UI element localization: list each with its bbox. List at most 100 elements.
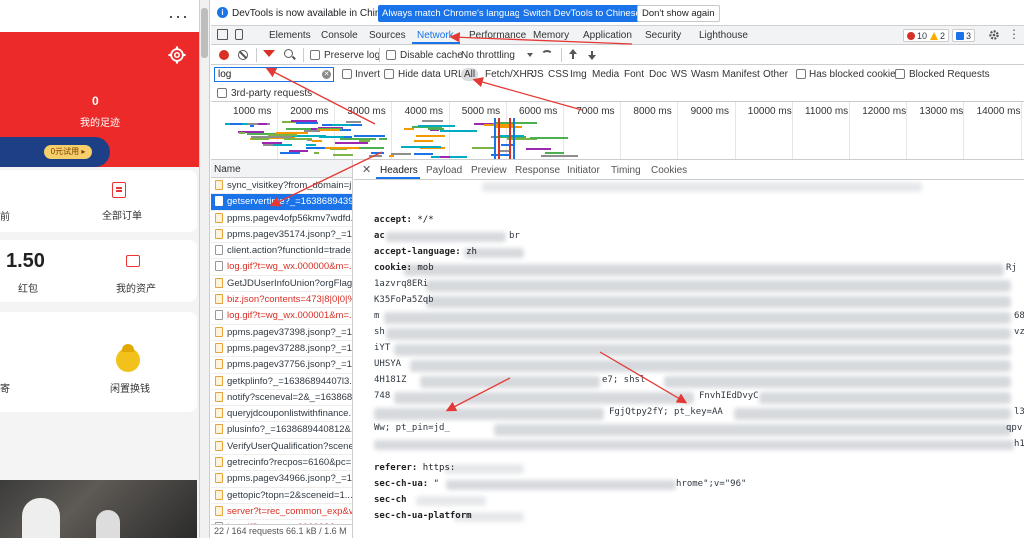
type-filter-manifest[interactable]: Manifest bbox=[722, 69, 760, 80]
footprint-label[interactable]: 我的足迹 bbox=[80, 114, 120, 129]
request-row[interactable]: client.action?functionId=trade... bbox=[211, 243, 352, 260]
clear-icon[interactable] bbox=[238, 50, 248, 60]
request-row[interactable]: log.gif?t=wg_wx.000001&m=... bbox=[211, 308, 352, 325]
timeline-tick-label: 11000 ms bbox=[805, 106, 849, 117]
toolbar-separator bbox=[303, 48, 304, 62]
type-filter-js[interactable]: JS bbox=[532, 69, 544, 80]
hide-data-urls-checkbox[interactable] bbox=[384, 69, 394, 79]
request-row[interactable]: plusinfo?_=1638689440812&... bbox=[211, 422, 352, 439]
filter-input[interactable] bbox=[214, 67, 334, 82]
my-assets-label[interactable]: 我的资产 bbox=[116, 280, 156, 295]
request-row[interactable]: gettopic?topn=2&sceneid=1... bbox=[211, 488, 352, 504]
type-filter-ws[interactable]: WS bbox=[671, 69, 687, 80]
blocked-cookies-checkbox[interactable] bbox=[796, 69, 806, 79]
preserve-log-checkbox[interactable] bbox=[310, 50, 320, 60]
tab-payload[interactable]: Payload bbox=[426, 165, 462, 176]
request-row[interactable]: sync_visitkey?from_domain=ji... bbox=[211, 178, 352, 195]
request-row[interactable]: ppms.pagev37398.jsonp?_=1... bbox=[211, 325, 352, 341]
promo-photo[interactable] bbox=[0, 480, 197, 538]
error-warning-badge[interactable]: 10 2 bbox=[903, 29, 950, 42]
page-scrollbar[interactable] bbox=[200, 0, 210, 538]
disable-cache-checkbox[interactable] bbox=[386, 50, 396, 60]
filter-icon[interactable] bbox=[263, 50, 275, 57]
more-options-icon[interactable]: ⋮ bbox=[1008, 27, 1020, 41]
request-row[interactable]: getrecinfo?recpos=6160&pc=... bbox=[211, 455, 352, 472]
redacted-region bbox=[446, 480, 676, 490]
mobile-page-preview: ··· 0 我的足迹 0元试用 ▸ 前 全部订单 1.50 红包 我的资产 寄 … bbox=[0, 0, 200, 538]
script-file-icon bbox=[215, 391, 223, 402]
network-overview-timeline[interactable]: 1000 ms 2000 ms 3000 ms 4000 ms 5000 ms 6000 … bbox=[211, 102, 1024, 160]
more-menu-icon[interactable]: ··· bbox=[168, 6, 189, 27]
device-toolbar-icon[interactable] bbox=[235, 29, 243, 40]
export-har-icon[interactable] bbox=[587, 49, 597, 60]
issues-badge[interactable]: 3 bbox=[952, 29, 976, 42]
scrollbar-thumb[interactable] bbox=[201, 8, 208, 58]
tab-network[interactable]: Network bbox=[417, 30, 454, 41]
dont-show-button[interactable]: Don't show again bbox=[637, 5, 720, 22]
tab-console[interactable]: Console bbox=[321, 30, 358, 41]
request-row[interactable]: queryjdcouponlistwithfinance... bbox=[211, 406, 352, 423]
settings-gear-icon[interactable] bbox=[168, 46, 186, 64]
match-language-button[interactable]: Always match Chrome's language bbox=[378, 5, 530, 22]
request-row[interactable]: getkplinfo?_=16386894407l3... bbox=[211, 374, 352, 390]
settings-icon[interactable] bbox=[988, 29, 1000, 41]
tab-sources[interactable]: Sources bbox=[369, 30, 406, 41]
request-row[interactable]: getservertime?_=1638689439... bbox=[211, 194, 352, 211]
card3-left-label[interactable]: 寄 bbox=[0, 380, 10, 395]
type-filter-all[interactable]: All bbox=[461, 68, 479, 81]
request-row[interactable]: server?t=rec_common_exp&v... bbox=[211, 504, 352, 521]
record-icon[interactable] bbox=[219, 50, 229, 60]
type-filter-other[interactable]: Other bbox=[763, 69, 788, 80]
tab-elements[interactable]: Elements bbox=[269, 30, 311, 41]
chevron-down-icon[interactable] bbox=[527, 53, 533, 57]
tab-performance[interactable]: Performance bbox=[469, 30, 526, 41]
import-har-icon[interactable] bbox=[568, 49, 578, 60]
tab-response[interactable]: Response bbox=[515, 165, 560, 176]
type-filter-wasm[interactable]: Wasm bbox=[691, 69, 719, 80]
type-filter-fetch-xhr[interactable]: Fetch/XHR bbox=[485, 69, 534, 80]
inspect-element-icon[interactable] bbox=[217, 29, 228, 40]
type-filter-font[interactable]: Font bbox=[624, 69, 644, 80]
clear-filter-icon[interactable]: ✕ bbox=[322, 70, 331, 79]
switch-chinese-button[interactable]: Switch DevTools to Chinese bbox=[519, 5, 645, 22]
request-row[interactable]: ppms.pagev37288.jsonp?_=1... bbox=[211, 341, 352, 358]
tab-memory[interactable]: Memory bbox=[533, 30, 569, 41]
type-filter-media[interactable]: Media bbox=[592, 69, 619, 80]
request-row[interactable]: notify?sceneval=2&_=163868... bbox=[211, 390, 352, 407]
card1-left-label[interactable]: 前 bbox=[0, 208, 10, 223]
request-row[interactable]: ppms.pagev35174.jsonp?_=1... bbox=[211, 227, 352, 244]
tab-lighthouse[interactable]: Lighthouse bbox=[699, 30, 748, 41]
name-column-header[interactable]: Name bbox=[211, 160, 352, 178]
redpacket-label[interactable]: 红包 bbox=[18, 280, 38, 295]
all-orders-label[interactable]: 全部订单 bbox=[102, 207, 142, 222]
request-row[interactable]: log.gif?t=wg_wx.000000&m=... bbox=[211, 259, 352, 276]
trial-badge[interactable]: 0元试用 ▸ bbox=[44, 145, 92, 159]
request-row[interactable]: ppms.pagev34966.jsonp?_=1... bbox=[211, 471, 352, 488]
third-party-checkbox[interactable] bbox=[217, 88, 227, 98]
request-row[interactable]: GetJDUserInfoUnion?orgFlag... bbox=[211, 276, 352, 293]
tab-headers[interactable]: Headers bbox=[380, 165, 418, 176]
request-row[interactable]: biz.json?contents=473|8|0|0|%... bbox=[211, 292, 352, 309]
blocked-requests-checkbox[interactable] bbox=[895, 69, 905, 79]
invert-checkbox[interactable] bbox=[342, 69, 352, 79]
tab-security[interactable]: Security bbox=[645, 30, 681, 41]
waterfall-bar bbox=[359, 146, 385, 149]
network-conditions-icon[interactable] bbox=[541, 50, 553, 60]
tab-cookies[interactable]: Cookies bbox=[651, 165, 687, 176]
tab-preview[interactable]: Preview bbox=[471, 165, 507, 176]
tab-initiator[interactable]: Initiator bbox=[567, 165, 600, 176]
idle-exchange-label[interactable]: 闲置换钱 bbox=[110, 380, 150, 395]
script-file-icon bbox=[215, 424, 223, 435]
request-row[interactable]: VerifyUserQualification?scene... bbox=[211, 439, 352, 456]
tab-application[interactable]: Application bbox=[583, 30, 632, 41]
type-filter-img[interactable]: Img bbox=[570, 69, 587, 80]
request-row[interactable]: ppms.pagev4ofp56kmv7wdfd... bbox=[211, 211, 352, 227]
type-filter-css[interactable]: CSS bbox=[548, 69, 569, 80]
tab-timing[interactable]: Timing bbox=[611, 165, 641, 176]
request-row[interactable]: ppms.pagev37756.jsonp?_=1... bbox=[211, 357, 352, 374]
timeline-gridline bbox=[277, 102, 278, 159]
throttling-select[interactable]: No throttling bbox=[461, 50, 515, 61]
search-icon[interactable] bbox=[284, 49, 293, 58]
type-filter-doc[interactable]: Doc bbox=[649, 69, 667, 80]
close-detail-icon[interactable]: ✕ bbox=[362, 163, 371, 176]
